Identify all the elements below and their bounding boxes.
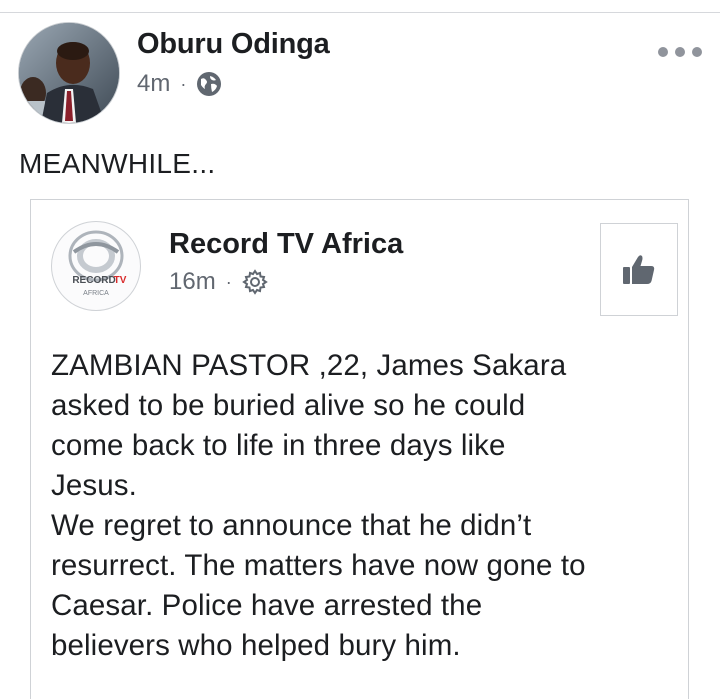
more-options-icon[interactable] [658,44,702,60]
thumbs-up-icon [623,254,655,284]
body-line: Jesus. [51,469,137,502]
post-status-text: MEANWHILE... [19,148,216,179]
logo-text-record: RECORD [72,275,115,286]
page-logo[interactable]: RECORD TV AFRICA [51,221,141,311]
post-meta: 4m · [137,70,222,98]
top-divider [0,0,720,13]
meta-separator: · [180,73,187,94]
body-line: We regret to announce that he didn’t [51,509,532,542]
author-avatar[interactable] [18,22,120,124]
gear-icon [241,269,268,295]
logo-text-tv: TV [114,275,127,286]
more-dot [692,47,702,57]
more-dot [675,47,685,57]
post-timestamp[interactable]: 4m [137,70,170,98]
body-line: come back to life in three days like [51,429,506,462]
record-tv-logo: RECORD TV AFRICA [68,230,127,297]
shared-post-card[interactable]: RECORD TV AFRICA Record TV Africa 16m · … [30,199,689,699]
like-page-button[interactable] [600,223,678,316]
shared-post-meta: 16m · [169,268,268,296]
globe-icon [197,72,222,96]
shared-page-name[interactable]: Record TV Africa [169,228,403,261]
post-author-name[interactable]: Oburu Odinga [137,28,330,61]
body-line: Caesar. Police have arrested the [51,589,483,622]
more-dot [658,47,668,57]
body-line: resurrect. The matters have now gone to [51,549,586,582]
body-line: ZAMBIAN PASTOR ,22, James Sakara [51,349,567,382]
shared-post-body: ZAMBIAN PASTOR ,22, James Sakara asked t… [51,346,681,666]
body-line: asked to be buried alive so he could [51,389,526,422]
logo-text-africa: AFRICA [83,290,109,297]
meta-separator: · [225,271,232,292]
avatar-photo [19,23,119,123]
shared-post-timestamp[interactable]: 16m [169,268,216,296]
body-line: believers who helped bury him. [51,629,461,662]
